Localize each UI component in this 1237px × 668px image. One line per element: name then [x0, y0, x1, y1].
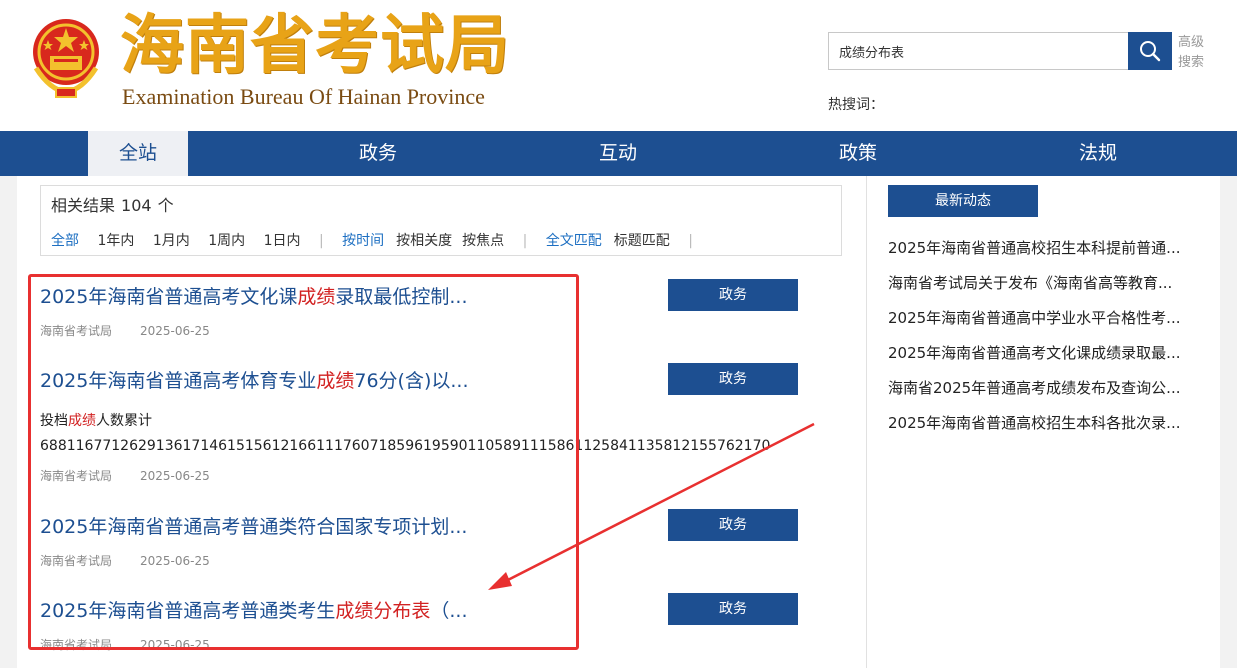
- result-category-tag-4[interactable]: 政务: [668, 593, 798, 625]
- filter-separator: |: [688, 233, 693, 249]
- result-category-tag-1[interactable]: 政务: [668, 279, 798, 311]
- result-category-tag-2[interactable]: 政务: [668, 363, 798, 395]
- filter-time-1-month[interactable]: 1月内: [153, 233, 190, 249]
- nav-item-policy[interactable]: 政策: [808, 131, 908, 176]
- sort-by-relevance[interactable]: 按相关度: [396, 233, 452, 249]
- sort-by-time[interactable]: 按时间: [342, 233, 384, 249]
- latest-news-item[interactable]: 2025年海南省普通高中学业水平合格性考...: [888, 307, 1200, 328]
- filter-time-1-week[interactable]: 1周内: [208, 233, 245, 249]
- result-unit: 个: [157, 196, 174, 215]
- site-logo-chinese[interactable]: 海南省考试局: [120, 8, 510, 84]
- result-count-line: 相关结果 104 个: [51, 192, 174, 216]
- filter-separator: |: [522, 233, 528, 249]
- latest-news-item[interactable]: 2025年海南省普通高校招生本科提前普通...: [888, 237, 1200, 258]
- sort-by-focus[interactable]: 按焦点: [462, 233, 504, 249]
- latest-news-item[interactable]: 海南省2025年普通高考成绩发布及查询公...: [888, 377, 1200, 398]
- match-title[interactable]: 标题匹配: [614, 233, 670, 249]
- filter-separator: |: [318, 233, 324, 249]
- search-button[interactable]: [1128, 32, 1172, 70]
- annotation-arrow-icon: [488, 422, 815, 590]
- filter-time-1-day[interactable]: 1日内: [264, 233, 301, 249]
- result-label: 相关结果: [51, 196, 116, 215]
- result-count: 104: [121, 196, 152, 215]
- match-full-text[interactable]: 全文匹配: [546, 233, 602, 249]
- nav-item-government-affairs[interactable]: 政务: [328, 131, 428, 176]
- main-nav: 全站 政务 互动 政策 法规: [0, 131, 1237, 176]
- nav-item-regulations[interactable]: 法规: [1048, 131, 1148, 176]
- search-icon: [1140, 41, 1161, 62]
- latest-news-heading: 最新动态: [888, 185, 1038, 217]
- site-header: 海南省考试局 Examination Bureau Of Hainan Prov…: [0, 0, 1237, 131]
- national-emblem-icon: [33, 19, 99, 98]
- filter-time-1-year[interactable]: 1年内: [97, 233, 134, 249]
- filter-time-all[interactable]: 全部: [51, 233, 79, 249]
- search-filter-panel: 相关结果 104 个 全部 1年内 1月内 1周内 1日内 | 按时间 按相关度 按焦点…: [40, 185, 842, 256]
- latest-news-item[interactable]: 海南省考试局关于发布《海南省高等教育...: [888, 272, 1200, 293]
- site-logo-english: Examination Bureau Of Hainan Province: [122, 84, 485, 109]
- latest-news-item[interactable]: 2025年海南省普通高考文化课成绩录取最...: [888, 342, 1200, 363]
- search-input[interactable]: [828, 32, 1128, 70]
- advanced-search-link[interactable]: 高级搜索: [1178, 33, 1212, 73]
- filter-options-row: 全部 1年内 1月内 1周内 1日内 | 按时间 按相关度 按焦点 | 全文匹配 标题…: [51, 230, 707, 250]
- latest-news-item[interactable]: 2025年海南省普通高校招生本科各批次录...: [888, 412, 1200, 433]
- column-divider: [866, 176, 867, 668]
- nav-item-all[interactable]: 全站: [88, 131, 188, 176]
- hot-words-label: 热搜词：: [828, 97, 884, 113]
- nav-item-interaction[interactable]: 互动: [568, 131, 668, 176]
